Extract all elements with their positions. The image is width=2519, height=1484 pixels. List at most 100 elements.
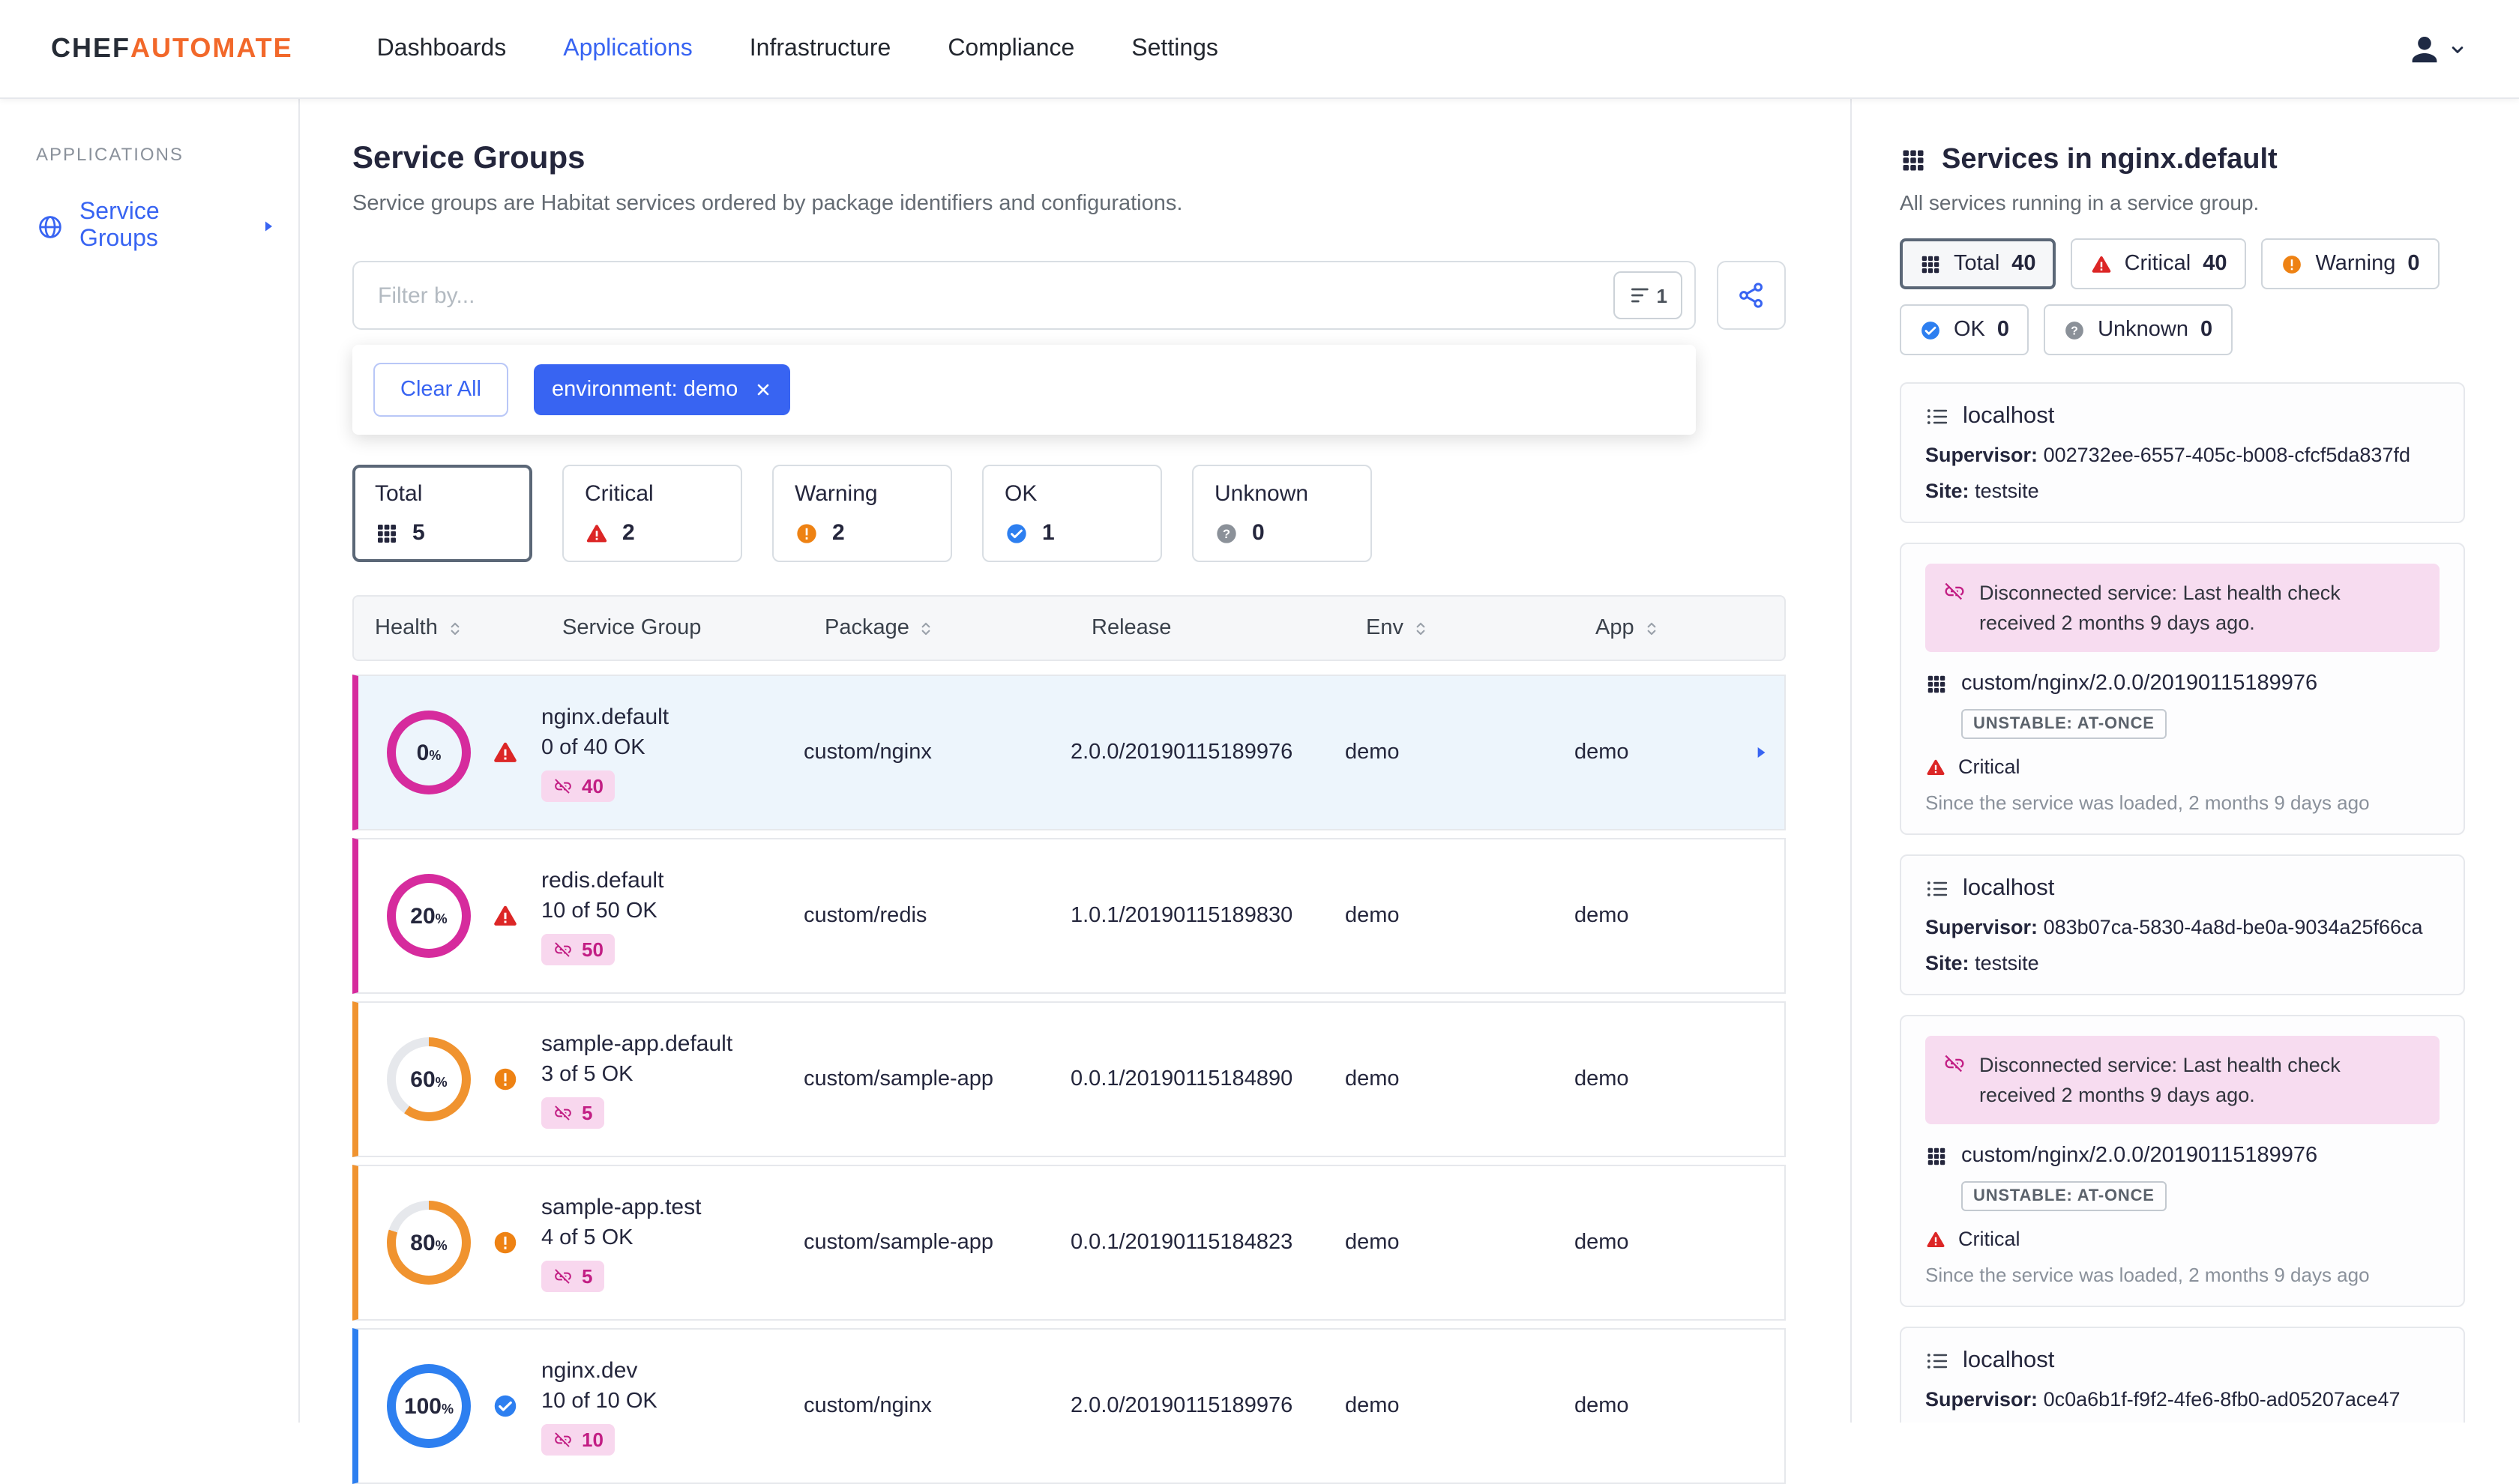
critical-icon: [2090, 253, 2113, 275]
app-root: CHEF AUTOMATE Dashboards Applications Inf…: [0, 0, 2519, 1484]
supervisor-line: Supervisor: 002732ee-6557-405c-b008-cfcf…: [1925, 444, 2410, 466]
panel-filter-ok[interactable]: OK 0: [1900, 304, 2029, 355]
status-card-label: OK: [1005, 481, 1038, 507]
status-card-label: Unknown: [1215, 481, 1309, 507]
link-off-icon: [553, 939, 573, 959]
table-row-nginx-default[interactable]: 0% nginx.default 0 of 40 OK 40 custom/ng…: [352, 675, 1786, 830]
column-header-env[interactable]: Env: [1366, 616, 1595, 640]
status-card-warning[interactable]: Warning 2: [772, 465, 952, 562]
disconnected-count-badge: 5: [541, 1260, 605, 1291]
link-off-icon: [553, 1103, 573, 1122]
env-cell: demo: [1345, 741, 1400, 764]
link-off-icon: [553, 1266, 573, 1285]
update-strategy-badge: UNSTABLE: AT-ONCE: [1961, 709, 2167, 740]
host-line: localhost: [1925, 403, 2440, 430]
warning-icon: [492, 1066, 519, 1093]
release-cell: 0.0.1/20190115184823: [1071, 1231, 1293, 1255]
service-group-cell: nginx.dev 10 of 10 OK 10: [541, 1357, 804, 1455]
host-card: localhost Supervisor: 083b07ca-5830-4a8d…: [1900, 854, 2465, 996]
chevron-down-icon: [2447, 38, 2468, 59]
services-icon: [1925, 672, 1948, 695]
panel-title-text: Services in nginx.default: [1942, 144, 2278, 175]
nav-compliance[interactable]: Compliance: [948, 35, 1074, 62]
sort-icon: [917, 618, 936, 638]
nav-dashboards[interactable]: Dashboards: [377, 35, 507, 62]
column-header-app[interactable]: App: [1595, 616, 1784, 640]
service-group-name: nginx.dev: [541, 1357, 638, 1383]
sort-icon: [1642, 618, 1661, 638]
app-cell: demo: [1574, 1067, 1629, 1091]
status-card-unknown[interactable]: Unknown 0: [1192, 465, 1372, 562]
disconnected-notice: Disconnected service: Last health check …: [1925, 1036, 2440, 1125]
status-card-ok[interactable]: OK 1: [982, 465, 1162, 562]
filter-bar: 1: [352, 261, 1786, 330]
panel-filter-critical[interactable]: Critical 40: [2070, 238, 2247, 289]
release-cell: 1.0.1/20190115189830: [1071, 904, 1293, 928]
brand-logo[interactable]: CHEF AUTOMATE: [51, 33, 293, 64]
table-row-nginx-dev[interactable]: 100% nginx.dev 10 of 10 OK 10 custom/ngi…: [352, 1328, 1786, 1484]
clear-all-button[interactable]: Clear All: [373, 363, 508, 417]
host-card: localhost Supervisor: 0c0a6b1f-f9f2-4fe6…: [1900, 1327, 2465, 1423]
sidebar-section-label: APPLICATIONS: [36, 144, 184, 165]
health-cell: 20%: [358, 874, 541, 958]
panel-filter-warning[interactable]: Warning 0: [2261, 238, 2440, 289]
filter-icon: [1628, 283, 1652, 307]
status-card-label: Critical: [585, 481, 654, 507]
status-card-count: 5: [412, 520, 425, 546]
main-content: Service Groups Service groups are Habita…: [300, 99, 1850, 1484]
site-line: Site: testsite: [1925, 952, 2039, 975]
service-groups-icon: [36, 212, 64, 241]
env-cell: demo: [1345, 1067, 1400, 1091]
table-row-sample-app-test[interactable]: 80% sample-app.test 4 of 5 OK 5 custom/s…: [352, 1165, 1786, 1321]
status-card-critical[interactable]: Critical 2: [562, 465, 742, 562]
status-card-total[interactable]: Total 5: [352, 465, 532, 562]
panel-filter-unknown[interactable]: Unknown 0: [2044, 304, 2233, 355]
service-group-cell: nginx.default 0 of 40 OK 40: [541, 704, 804, 801]
host-line: localhost: [1925, 1348, 2440, 1375]
filter-count: 1: [1656, 284, 1667, 307]
services-icon: [1925, 1145, 1948, 1168]
ok-icon: [492, 1393, 519, 1420]
nav-settings[interactable]: Settings: [1131, 35, 1218, 62]
service-card: Disconnected service: Last health check …: [1900, 1015, 2465, 1308]
main-nav: Dashboards Applications Infrastructure C…: [377, 35, 1218, 62]
list-icon: [1925, 405, 1949, 429]
top-nav: CHEF AUTOMATE Dashboards Applications Inf…: [0, 0, 2519, 99]
table-row-redis-default[interactable]: 20% redis.default 10 of 50 OK 50 custom/…: [352, 838, 1786, 994]
filter-input[interactable]: [354, 283, 1613, 308]
nav-infrastructure[interactable]: Infrastructure: [750, 35, 891, 62]
column-header-health[interactable]: Health: [375, 616, 562, 640]
page-title: Service Groups: [352, 141, 586, 175]
ok-icon: [1005, 521, 1029, 545]
service-group-cell: sample-app.test 4 of 5 OK 5: [541, 1194, 804, 1291]
warning-icon: [2281, 253, 2303, 275]
status-card-count: 2: [832, 520, 845, 546]
service-group-name: sample-app.default: [541, 1031, 733, 1056]
package-cell: custom/sample-app: [804, 1067, 994, 1091]
package-cell: custom/nginx: [804, 1394, 932, 1418]
unknown-icon: [2063, 319, 2086, 341]
nav-applications[interactable]: Applications: [563, 35, 693, 62]
column-header-package[interactable]: Package: [825, 616, 1092, 640]
panel-filter-total[interactable]: Total 40: [1900, 238, 2056, 289]
list-icon: [1925, 1350, 1949, 1374]
filter-chip-label: environment: demo: [552, 378, 738, 402]
user-menu[interactable]: [2407, 31, 2468, 67]
share-button[interactable]: [1717, 261, 1786, 330]
row-expand-icon: [1751, 743, 1771, 762]
remove-chip-icon[interactable]: [754, 381, 772, 399]
brand-chef: CHEF: [51, 33, 130, 63]
supervisor-line: Supervisor: 0c0a6b1f-f9f2-4fe6-8fb0-ad05…: [1925, 1388, 2401, 1411]
host-line: localhost: [1925, 875, 2440, 902]
table-row-sample-app-default[interactable]: 60% sample-app.default 3 of 5 OK 5 custo…: [352, 1001, 1786, 1157]
filter-chip-environment-demo[interactable]: environment: demo: [534, 364, 791, 415]
sidebar-item-service-groups[interactable]: Service Groups: [0, 190, 298, 262]
column-header-release: Release: [1092, 616, 1172, 640]
services-panel: Services in nginx.default All services r…: [1850, 99, 2519, 1423]
filter-toggle-button[interactable]: 1: [1613, 271, 1682, 319]
ok-count-text: 0 of 40 OK: [541, 735, 645, 759]
ok-count-text: 10 of 50 OK: [541, 899, 657, 923]
status-card-label: Warning: [795, 481, 878, 507]
panel-cards: localhost Supervisor: 002732ee-6557-405c…: [1900, 382, 2465, 1423]
service-group-cell: sample-app.default 3 of 5 OK 5: [541, 1031, 804, 1128]
